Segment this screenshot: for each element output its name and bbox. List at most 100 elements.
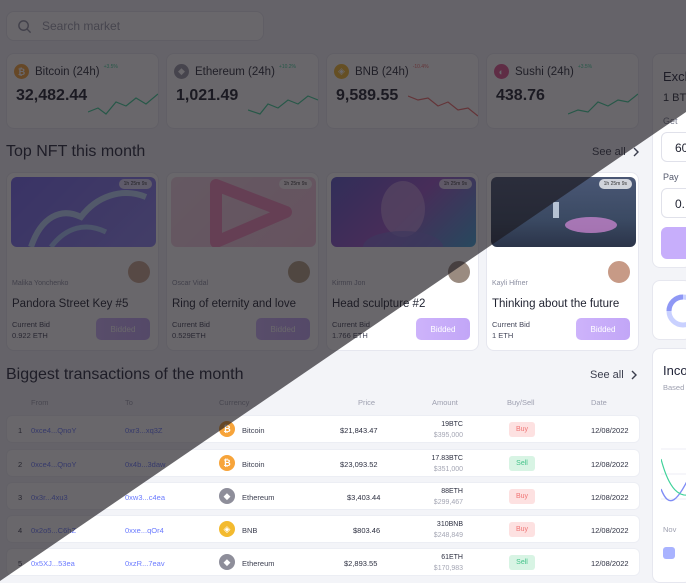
ticker-card-bitcoin[interactable]: ₿ Bitcoin (24h) +3.5% 32,482.44 — [6, 53, 159, 129]
nft-see-all-link[interactable]: See all — [592, 146, 640, 158]
table-row[interactable]: 4 0x2o5...C6hZ 0xxe...qOr4 ◈ BNB $803.46… — [6, 515, 640, 543]
bid-value: 0.922 ETH — [12, 331, 48, 340]
nft-title: Thinking about the future — [492, 298, 620, 310]
transactions-section-title: Biggest transactions of the month — [6, 366, 244, 383]
row-index: 5 — [18, 559, 23, 568]
nft-title: Pandora Street Key #5 — [12, 298, 129, 310]
from-address[interactable]: 0x3r...4xu3 — [31, 493, 68, 502]
chevron-right-icon — [633, 147, 639, 157]
nft-card[interactable]: 1h 25m 9s Kirmm Jon Head sculpture #2 Cu… — [326, 172, 479, 351]
amount: 61ETH $170,983 — [417, 552, 463, 574]
bitcoin-icon: ₿ — [219, 421, 235, 437]
from-address[interactable]: 0xce4...QnoY — [31, 460, 76, 469]
exchange-button[interactable] — [661, 227, 686, 259]
table-row[interactable]: 3 0x3r...4xu3 0xw3...c4ea ◆ Ethereum $3,… — [6, 482, 640, 510]
dashboard: ₿ Bitcoin (24h) +3.5% 32,482.44 ◆ Ethere… — [0, 0, 686, 583]
from-address[interactable]: 0x5XJ...53ea — [31, 559, 75, 568]
transactions-see-all-link[interactable]: See all — [590, 369, 638, 381]
ticker-name: Bitcoin (24h) — [35, 65, 100, 78]
row-index: 2 — [18, 460, 23, 469]
search-bar[interactable] — [6, 11, 264, 41]
row-index: 3 — [18, 493, 23, 502]
get-input[interactable]: 60 — [661, 132, 686, 162]
ticker-price: 438.76 — [496, 87, 545, 104]
to-address[interactable]: 0xzR...7eav — [125, 559, 165, 568]
income-panel: Inco Based Nov — [652, 348, 686, 583]
ticker-name: Sushi (24h) — [515, 65, 574, 78]
table-row[interactable]: 5 0x5XJ...53ea 0xzR...7eav ◆ Ethereum $2… — [6, 548, 640, 576]
side-badge: Buy — [509, 522, 535, 537]
exchange-rate: 1 BT — [663, 92, 686, 104]
ticker-change: +10.2% — [278, 63, 297, 70]
nft-artist: Oscar Vidal — [172, 280, 209, 287]
row-index: 4 — [18, 526, 23, 535]
amount-crypto: 310BNB — [436, 521, 463, 528]
to-address[interactable]: 0xr3...xq3Z — [125, 426, 163, 435]
date: 12/08/2022 — [591, 526, 629, 535]
side-badge: Buy — [509, 489, 535, 504]
bidded-button[interactable]: Bidded — [96, 318, 150, 340]
ticker-name: Ethereum (24h) — [195, 65, 275, 78]
ticker-change: +3.5% — [577, 63, 593, 70]
sparkline — [568, 93, 638, 115]
ticker-card-sushi[interactable]: ◐ Sushi (24h) +3.5% 438.76 — [486, 53, 639, 129]
nft-card[interactable]: 1h 25m 9s Malika Yonchenko Pandora Stree… — [6, 172, 159, 351]
price: $3,403.44 — [347, 493, 381, 502]
legend-checkbox[interactable] — [663, 547, 675, 559]
bid-value: 1 ETH — [492, 331, 514, 340]
ticker-card-ethereum[interactable]: ◆ Ethereum (24h) +10.2% 1,021.49 — [166, 53, 319, 129]
table-row[interactable]: 2 0xce4...QnoY 0x4b...3daw ₿ Bitcoin $23… — [6, 449, 640, 477]
progress-widget — [652, 280, 686, 340]
to-address[interactable]: 0xw3...c4ea — [125, 493, 165, 502]
nft-title: Head sculpture #2 — [332, 298, 426, 310]
ethereum-icon: ◆ — [219, 488, 235, 504]
see-all-label: See all — [592, 146, 626, 158]
pay-input[interactable]: 0. — [661, 188, 686, 218]
amount: 19BTC $395,000 — [417, 419, 463, 441]
ticker-card-bnb[interactable]: ◈ BNB (24h) -10.4% 9,589.55 — [326, 53, 479, 129]
bitcoin-icon: ₿ — [219, 455, 235, 471]
ticker-change: -10.4% — [412, 63, 429, 70]
nft-artist: Kirmm Jon — [332, 280, 366, 287]
nft-card[interactable]: 1h 25m 9s Kayli Hifner Thinking about th… — [486, 172, 639, 351]
to-address[interactable]: 0xxe...qOr4 — [125, 526, 164, 535]
amount: 17.83BTC $351,000 — [417, 453, 463, 475]
from-address[interactable]: 0x2o5...C6hZ — [31, 526, 76, 535]
exchange-title: Exch — [663, 69, 686, 84]
currency-name: Bitcoin — [242, 426, 265, 435]
date: 12/08/2022 — [591, 493, 629, 502]
table-row[interactable]: 1 0xce4...QnoY 0xr3...xq3Z ₿ Bitcoin $21… — [6, 415, 640, 443]
amount: 88ETH $299,467 — [417, 486, 463, 508]
bnb-icon: ◈ — [334, 64, 349, 79]
currency-name: BNB — [242, 526, 258, 535]
to-address[interactable]: 0x4b...3daw — [125, 460, 165, 469]
ethereum-icon: ◆ — [219, 554, 235, 570]
search-icon — [18, 19, 32, 33]
date: 12/08/2022 — [591, 559, 629, 568]
bidded-button[interactable]: Bidded — [416, 318, 470, 340]
column-header-currency: Currency — [219, 398, 250, 407]
amount-usd: $351,000 — [433, 466, 463, 473]
amount-usd: $248,849 — [433, 532, 463, 539]
progress-ring-icon — [666, 294, 686, 328]
nft-card[interactable]: 1h 25m 9s Oscar Vidal Ring of eternity a… — [166, 172, 319, 351]
nft-timer: 1h 25m 9s — [118, 179, 152, 189]
date: 12/08/2022 — [591, 460, 629, 469]
bidded-button[interactable]: Bidded — [256, 318, 310, 340]
search-input[interactable] — [40, 18, 244, 34]
get-label: Get — [663, 116, 678, 126]
side-badge: Buy — [509, 422, 535, 437]
bidded-button[interactable]: Bidded — [576, 318, 630, 340]
nft-artist: Malika Yonchenko — [12, 280, 69, 287]
price: $23,093.52 — [340, 460, 378, 469]
bid-label: Current Bid — [12, 320, 50, 329]
artist-avatar — [126, 259, 152, 285]
column-header-to: To — [125, 398, 133, 407]
from-address[interactable]: 0xce4...QnoY — [31, 426, 76, 435]
ticker-price: 32,482.44 — [16, 87, 88, 104]
ticker-price: 1,021.49 — [176, 87, 239, 104]
amount-crypto: 19BTC — [441, 421, 463, 428]
column-header-from: From — [31, 398, 49, 407]
ticker-change: +3.5% — [103, 63, 118, 70]
column-header-buy-sell: Buy/Sell — [507, 398, 535, 407]
